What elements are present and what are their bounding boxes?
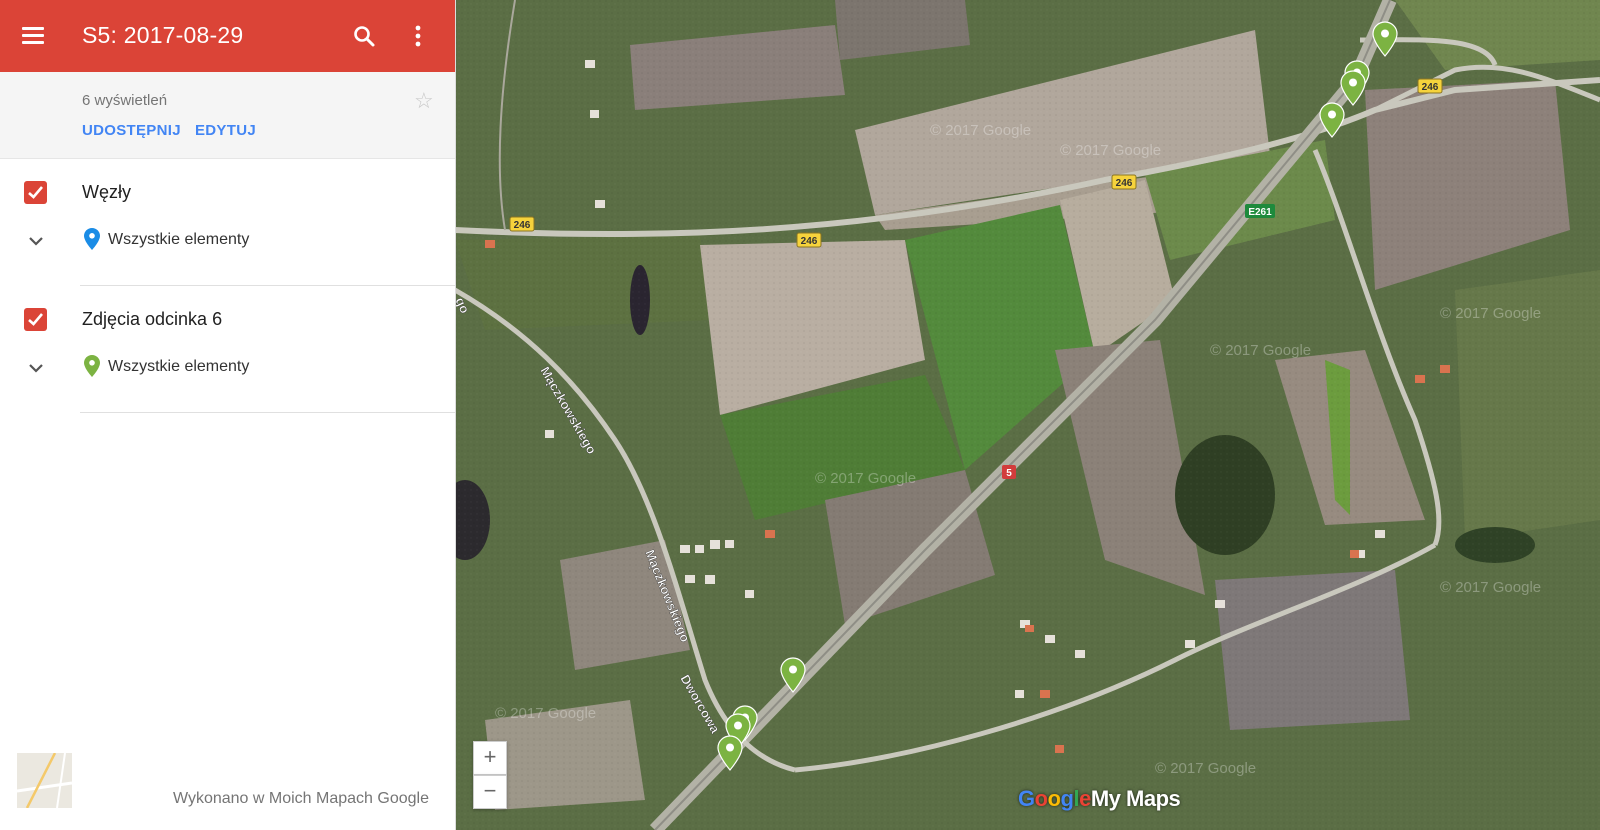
- layer-title: Węzły: [82, 182, 131, 202]
- zoom-in-button[interactable]: +: [473, 741, 507, 775]
- road-label-246: 246: [1422, 82, 1439, 93]
- layer-wezly: Węzły Wszystkie elementy: [0, 158, 455, 286]
- chevron-down-icon[interactable]: [27, 234, 45, 248]
- pin-icon: [84, 228, 100, 250]
- divider: [80, 412, 455, 413]
- watermark: © 2017 Google: [815, 470, 916, 487]
- sidebar: S5: 2017-08-29 6 wyświetleń ☆ UDOSTĘPNIJ…: [0, 0, 456, 830]
- share-button[interactable]: UDOSTĘPNIJ: [82, 122, 181, 139]
- watermark: © 2017 Google: [1440, 579, 1541, 596]
- road-label-246: 246: [1116, 178, 1133, 189]
- search-icon[interactable]: [352, 24, 376, 48]
- road-label-246: 246: [801, 236, 818, 247]
- app-header: S5: 2017-08-29: [0, 0, 455, 72]
- watermark: © 2017 Google: [1440, 305, 1541, 322]
- view-count: 6 wyświetleń: [82, 92, 168, 109]
- layer-zdjecia: Zdjęcia odcinka 6 Wszystkie elementy: [0, 285, 455, 413]
- watermark: © 2017 Google: [1155, 760, 1256, 777]
- zoom-out-button[interactable]: −: [473, 775, 507, 809]
- satellite-map: © 2017 Google © 2017 Google © 2017 Googl…: [455, 0, 1600, 830]
- watermark: © 2017 Google: [495, 705, 596, 722]
- check-icon: [28, 313, 43, 326]
- road-label-s5: 5: [1006, 468, 1012, 479]
- pin-icon: [84, 355, 100, 377]
- all-elements-link[interactable]: Wszystkie elementy: [108, 231, 249, 249]
- edit-button[interactable]: EDYTUJ: [195, 122, 256, 139]
- road-label-246: 246: [514, 220, 531, 231]
- layer-checkbox[interactable]: [24, 308, 47, 331]
- watermark: © 2017 Google: [1060, 142, 1161, 159]
- footer-credit: Wykonano w Moich Mapach Google: [173, 790, 429, 807]
- more-vert-icon[interactable]: [408, 24, 428, 48]
- all-elements-link[interactable]: Wszystkie elementy: [108, 358, 249, 376]
- map-canvas[interactable]: © 2017 Google © 2017 Google © 2017 Googl…: [455, 0, 1600, 830]
- chevron-down-icon[interactable]: [27, 361, 45, 375]
- watermark: © 2017 Google: [1210, 342, 1311, 359]
- watermark: © 2017 Google: [930, 122, 1031, 139]
- layer-title: Zdjęcia odcinka 6: [82, 309, 223, 329]
- layer-checkbox[interactable]: [24, 181, 47, 204]
- check-icon: [28, 186, 43, 199]
- map-info-panel: 6 wyświetleń ☆ UDOSTĘPNIJ EDYTUJ: [0, 72, 455, 159]
- road-label-e261: E261: [1248, 207, 1272, 218]
- basemap-thumbnail[interactable]: [17, 753, 72, 808]
- map-title: S5: 2017-08-29: [82, 22, 244, 48]
- google-mymaps-logo: GoogleMy Maps: [1018, 786, 1181, 811]
- menu-icon[interactable]: [22, 24, 46, 48]
- star-icon[interactable]: ☆: [414, 88, 434, 114]
